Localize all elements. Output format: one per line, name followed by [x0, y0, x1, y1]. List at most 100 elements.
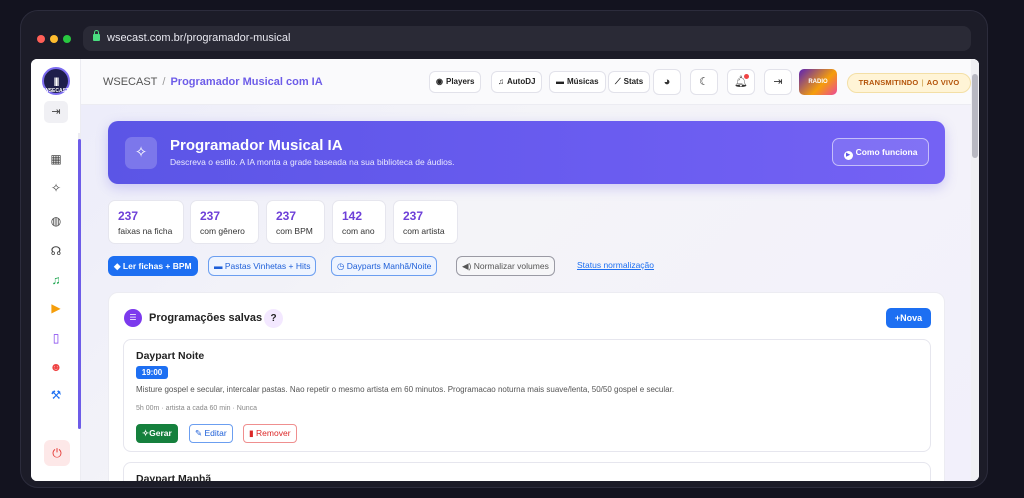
wsecast-logo[interactable]: WSECAST	[42, 59, 70, 103]
mobile-icon: ▯	[52, 331, 60, 345]
headphones-icon: ☊	[50, 244, 62, 258]
notifications-button[interactable]: 🔔︎	[727, 69, 755, 95]
close-window-button[interactable]	[37, 35, 45, 43]
play-circle-icon: ▶	[51, 301, 61, 315]
list-icon: ☰	[124, 309, 142, 327]
stat-label: com BPM	[276, 226, 313, 236]
musicas-button[interactable]: ▬ Músicas	[549, 71, 606, 93]
tags-icon: ◆	[114, 261, 123, 271]
generate-button[interactable]: ✧Gerar	[136, 424, 178, 443]
saved-schedules-panel: ☰ Programações salvas ? +Nova Daypart No…	[108, 292, 945, 481]
stat-value: 237	[118, 209, 139, 223]
moon-icon: ☾	[699, 76, 709, 88]
indent-icon: ⇥	[51, 106, 61, 118]
remove-button[interactable]: ▮ Remover	[243, 424, 297, 443]
how-it-works-button[interactable]: ▶ Como funciona	[832, 138, 929, 166]
magic-wand-icon: ✧	[125, 137, 157, 169]
sidebar-item-tools[interactable]: ⚒	[47, 386, 65, 404]
stats-button[interactable]: ⟋ Stats	[608, 71, 651, 93]
page-title: Programador Musical IA	[170, 137, 343, 154]
schedule-card: Daypart Noite 19:00 Misture gospel e sec…	[123, 339, 931, 452]
dayparts-button[interactable]: ◷ Dayparts Manhã/Noite	[331, 256, 438, 276]
live-status-badge: TRANSMITINDO | AO VIVO	[847, 73, 971, 93]
stat-artist: 237 com artista	[393, 200, 458, 244]
magic-wand-icon: ✧	[50, 181, 62, 195]
users-icon: ☻	[49, 360, 63, 374]
play-circle-icon: ◉	[436, 77, 443, 86]
main-content: WSECAST / Programador Musical com IA ◉ Play…	[81, 59, 979, 481]
url-text: wsecast.com.br/programador-musical	[107, 32, 291, 44]
sidebar: WSECAST ⇥ ▦ ✧ ◍ ☊ ♫ ▶ ▯ ☻ ⚒ ⏻	[31, 59, 81, 481]
chart-line-icon: ⟋	[615, 77, 621, 86]
station-avatar[interactable]: RADIO	[799, 69, 837, 95]
power-icon: ⏻	[52, 446, 62, 460]
stat-label: faixas na ficha	[118, 226, 173, 236]
stat-value: 237	[403, 209, 424, 223]
stat-value: 237	[200, 209, 221, 223]
edit-button[interactable]: ✎ Editar	[189, 424, 233, 443]
notification-dot	[744, 74, 749, 79]
sidebar-item-users[interactable]: ☻	[47, 358, 65, 376]
breadcrumb: WSECAST / Programador Musical com IA	[103, 76, 323, 88]
stat-bpm: 237 com BPM	[266, 200, 325, 244]
stat-label: com artista	[403, 226, 445, 236]
schedule-name: Daypart Manhã	[136, 473, 212, 481]
stat-label: com ano	[342, 226, 375, 236]
dark-mode-button[interactable]: ☾	[690, 69, 718, 95]
topbar: WSECAST / Programador Musical com IA ◉ Play…	[81, 59, 979, 105]
logout-power-button[interactable]: ⏻	[44, 440, 70, 466]
breadcrumb-current: Programador Musical com IA	[170, 76, 323, 88]
new-schedule-button[interactable]: +Nova	[886, 308, 931, 328]
panel-title: Programações salvas	[149, 312, 263, 324]
page-subtitle: Descreva o estilo. A IA monta a grade ba…	[170, 157, 455, 167]
normalization-status-link[interactable]: Status normalização	[577, 260, 654, 270]
sidebar-collapse-button[interactable]: ⇥	[44, 101, 68, 123]
schedule-description: Misture gospel e secular, intercalar pas…	[136, 385, 675, 394]
read-tags-bpm-button[interactable]: ◆ Ler fichas + BPM	[108, 256, 198, 276]
help-button[interactable]: ?	[264, 309, 283, 328]
browser-window: wsecast.com.br/programador-musical WSECA…	[20, 10, 988, 488]
breadcrumb-root[interactable]: WSECAST	[103, 76, 157, 88]
music-note-icon: ♫	[498, 77, 504, 86]
folders-jingles-hits-button[interactable]: ▬ Pastas Vinhetas + Hits	[208, 256, 317, 276]
exit-button[interactable]: ⇥	[764, 69, 792, 95]
folder-icon: ▬	[214, 261, 225, 271]
sidebar-item-app[interactable]: ▯	[47, 329, 65, 347]
sidebar-item-music[interactable]: ♫	[47, 271, 65, 289]
stat-year: 142 com ano	[332, 200, 386, 244]
stat-genre: 237 com gênero	[190, 200, 259, 244]
normalize-volumes-button[interactable]: ◀) Normalizar volumes	[456, 256, 555, 276]
sidebar-item-dashboard[interactable]: ▦	[47, 150, 65, 168]
sidebar-item-listeners[interactable]: ☊	[47, 242, 65, 260]
schedule-card: Daypart Manhã	[123, 462, 931, 481]
trash-icon: ▮	[249, 428, 257, 438]
main-scrollbar-thumb[interactable]	[972, 74, 978, 158]
app-viewport: WSECAST ⇥ ▦ ✧ ◍ ☊ ♫ ▶ ▯ ☻ ⚒ ⏻ WSECAST / Pr…	[31, 59, 979, 481]
sign-out-icon: ⇥	[773, 76, 783, 88]
schedule-meta: 5h 00m · artista a cada 60 min · Nunca	[136, 405, 258, 412]
browser-titlebar: wsecast.com.br/programador-musical	[21, 11, 987, 59]
stat-label: com gênero	[200, 226, 245, 236]
schedule-name: Daypart Noite	[136, 350, 205, 362]
minimize-window-button[interactable]	[50, 35, 58, 43]
players-button[interactable]: ◉ Players	[429, 71, 482, 93]
stat-tracks: 237 faixas na ficha	[108, 200, 184, 244]
hero-banner: ✧ Programador Musical IA Descreva o esti…	[108, 121, 945, 184]
play-icon: ▶	[843, 151, 853, 160]
schedule-time-badge: 19:00	[136, 366, 168, 379]
autodj-button[interactable]: ♫ AutoDJ	[491, 71, 543, 93]
address-bar[interactable]: wsecast.com.br/programador-musical	[83, 26, 971, 51]
palette-icon: ◕	[663, 76, 671, 88]
sidebar-item-ai[interactable]: ✧	[47, 179, 65, 197]
stat-value: 237	[276, 209, 297, 223]
wrench-icon: ⚒	[50, 388, 62, 402]
globe-icon: ◍	[50, 214, 62, 228]
sidebar-item-player[interactable]: ▶	[47, 299, 65, 317]
dashboard-icon: ▦	[50, 152, 62, 166]
theme-palette-button[interactable]: ◕	[653, 69, 681, 95]
sidebar-item-web[interactable]: ◍	[47, 212, 65, 230]
breadcrumb-separator: /	[162, 76, 166, 88]
maximize-window-button[interactable]	[63, 35, 71, 43]
stat-value: 142	[342, 209, 363, 223]
music-note-icon: ♫	[51, 273, 61, 287]
